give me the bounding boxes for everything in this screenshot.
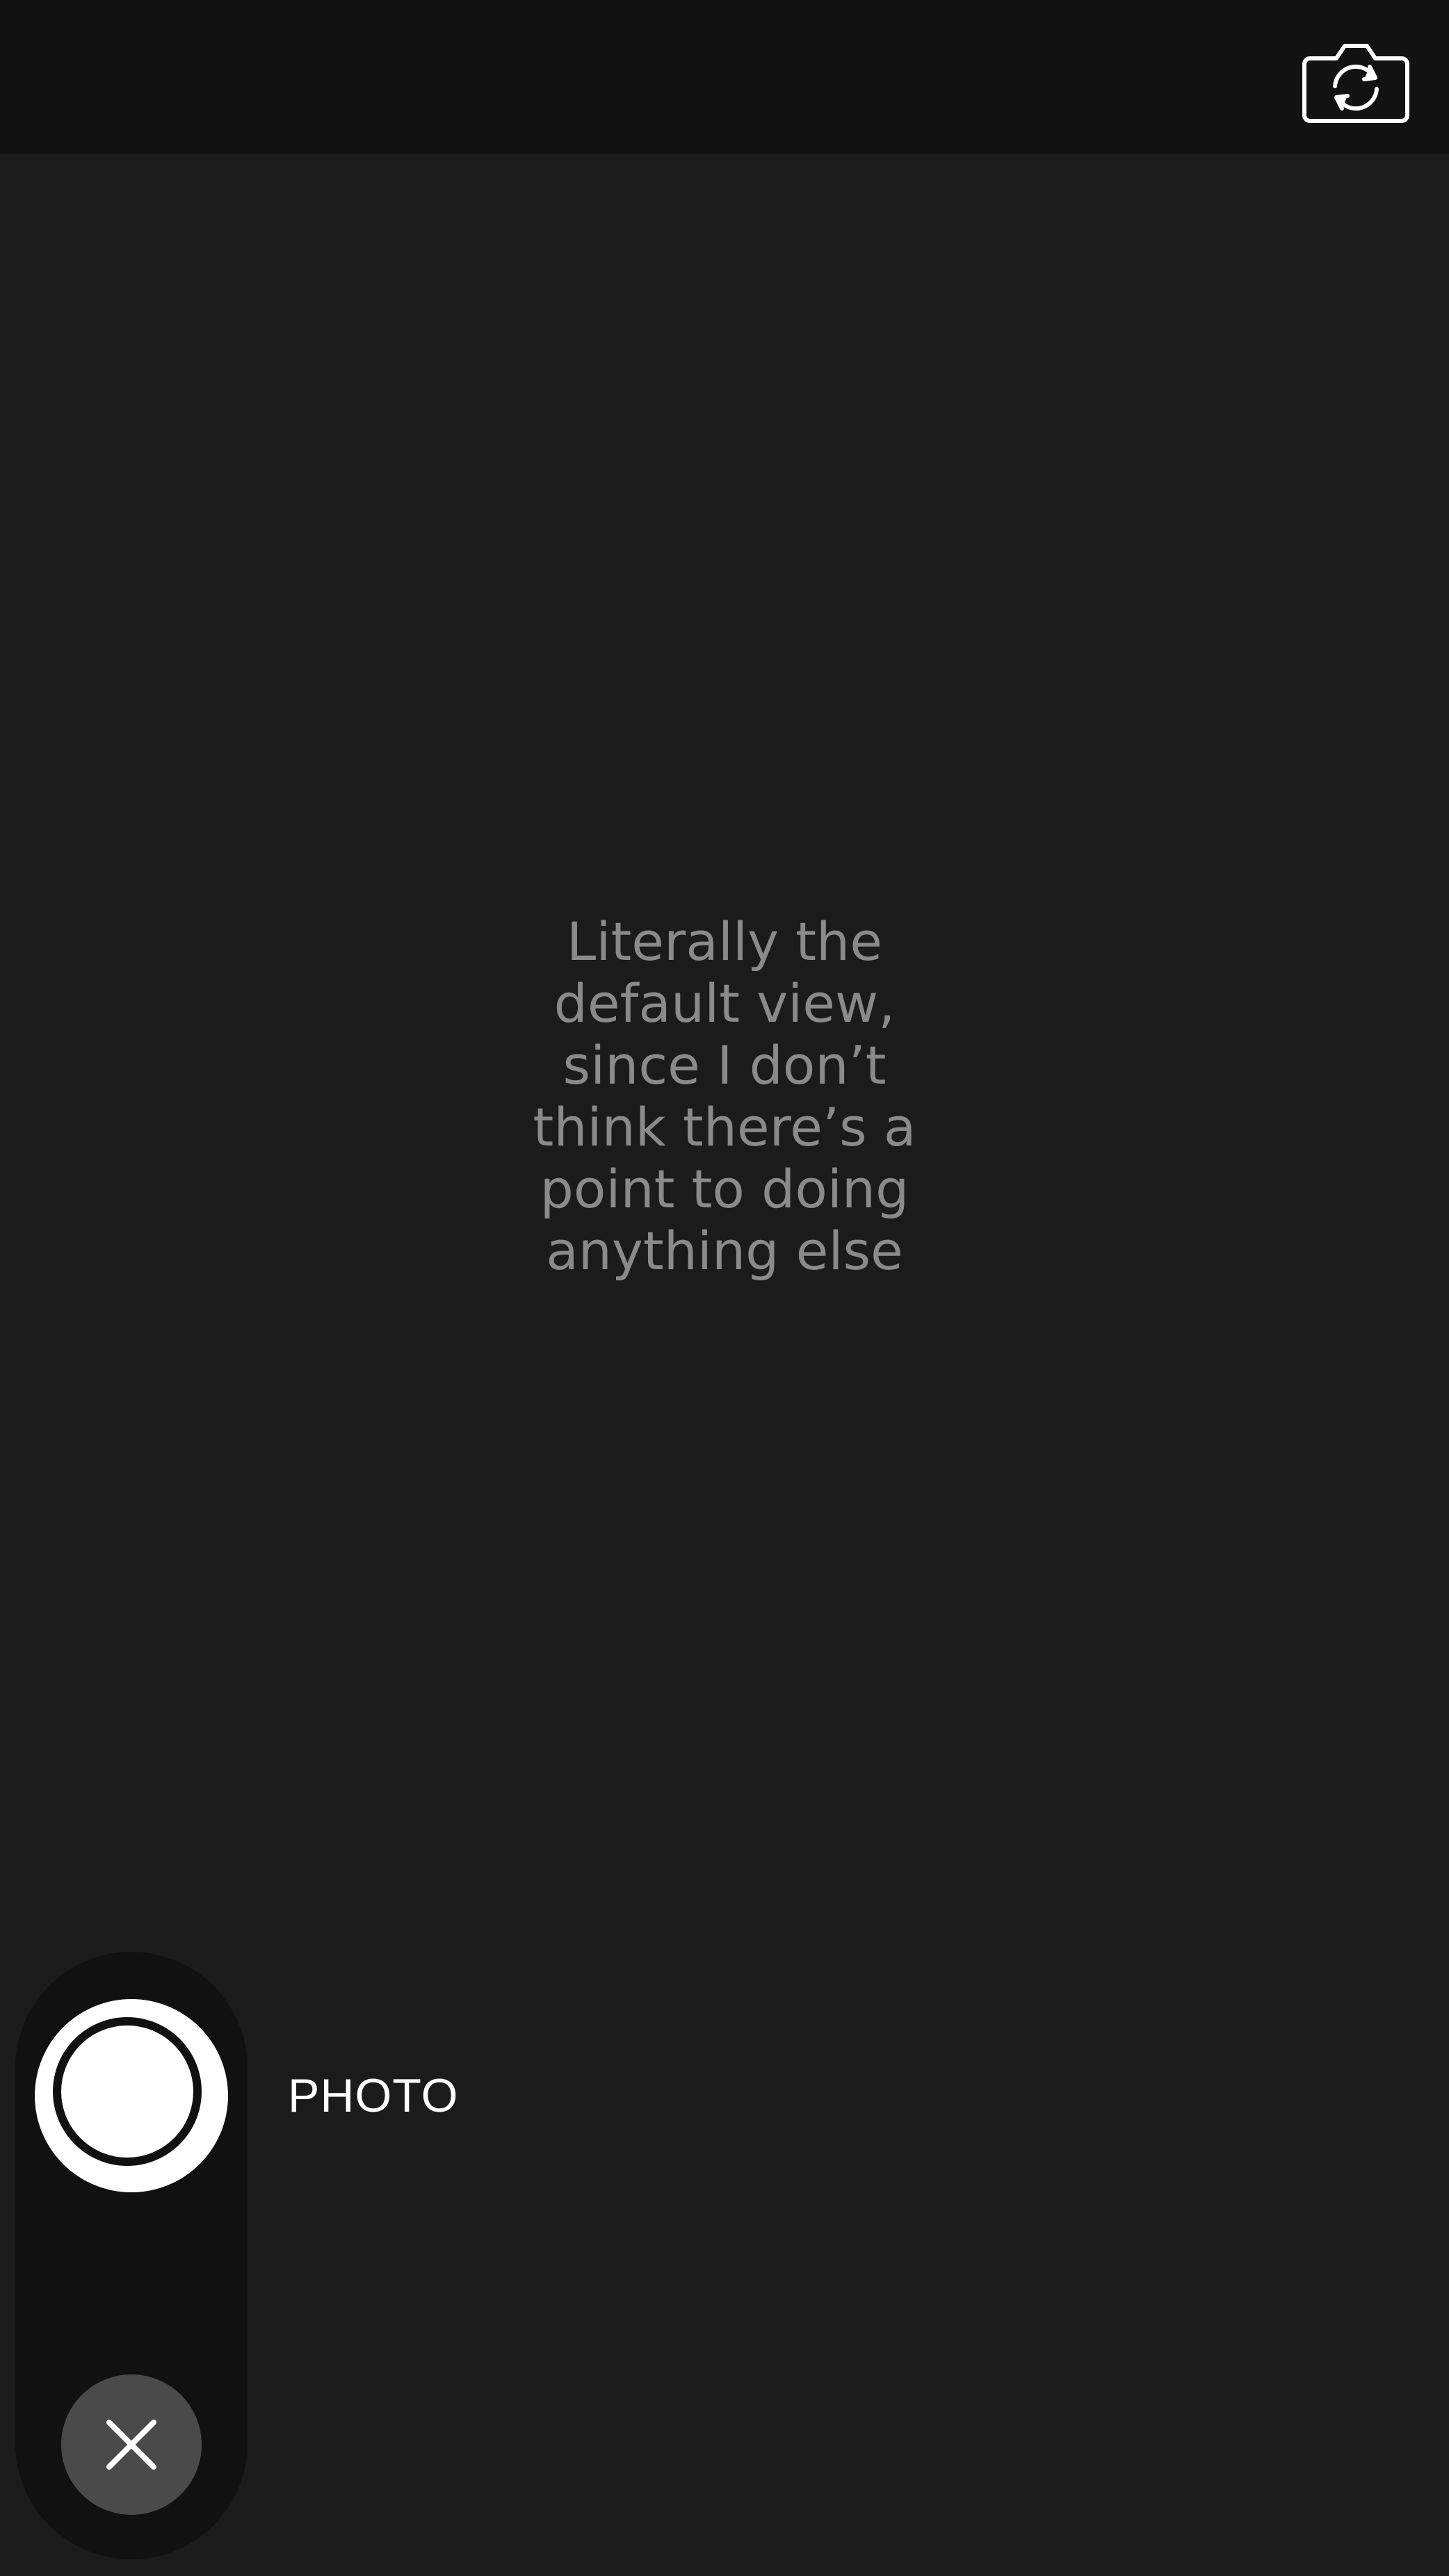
camera-flip-icon xyxy=(1302,44,1409,123)
shutter-icon xyxy=(53,2017,202,2166)
flip-camera-button[interactable] xyxy=(1300,39,1411,125)
close-icon xyxy=(106,2420,156,2470)
shutter-button[interactable] xyxy=(35,1999,228,2192)
camera-mode-label[interactable]: PHOTO xyxy=(288,2064,459,2127)
close-button[interactable] xyxy=(61,2374,202,2515)
viewfinder-placeholder-text: Literally the default view, since I don’… xyxy=(533,911,916,1282)
top-bar xyxy=(0,0,1449,154)
